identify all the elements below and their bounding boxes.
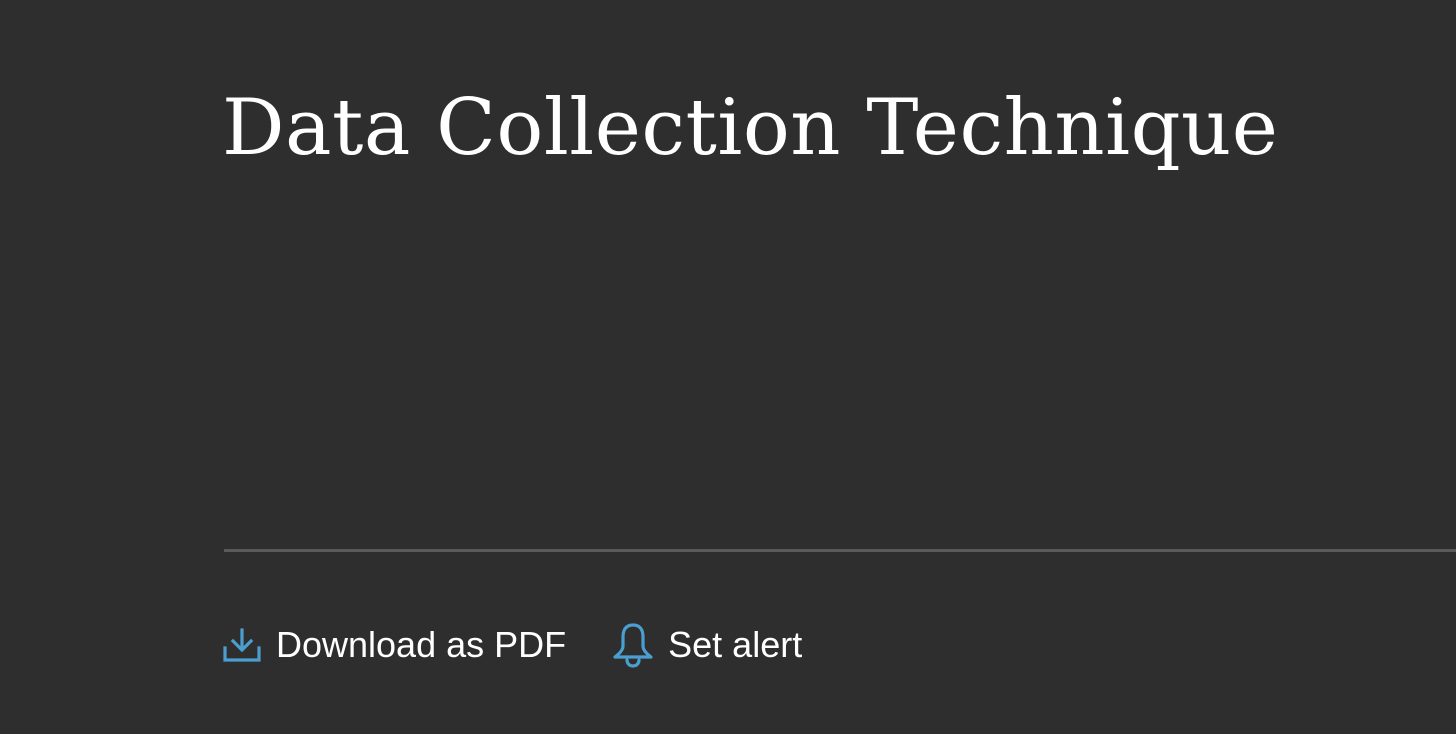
set-alert-button[interactable]: Set alert [612,622,802,668]
bell-icon [612,622,654,668]
divider [224,549,1456,552]
download-pdf-label: Download as PDF [276,624,567,665]
download-pdf-button[interactable]: Download as PDF [222,627,566,663]
download-icon [222,627,262,663]
article-actions: Download as PDF Set alert [222,618,802,672]
page-title: Data Collection Technique [222,83,1279,173]
article-header: Data Collection Technique Download as PD… [0,0,1456,734]
set-alert-label: Set alert [668,624,803,665]
